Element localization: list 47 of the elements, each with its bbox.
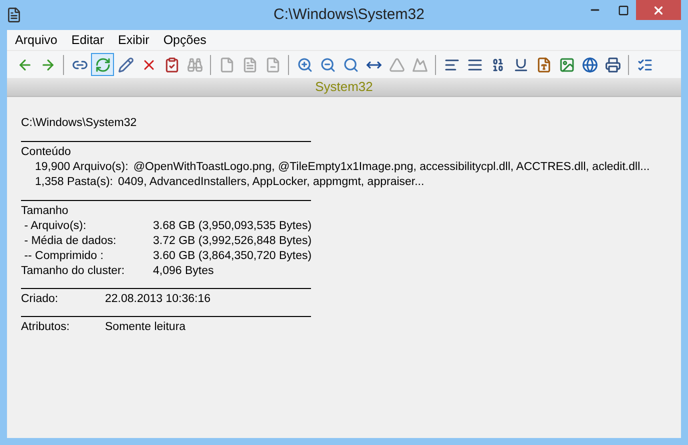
page-icon [242, 56, 258, 72]
printer-icon [604, 56, 620, 72]
file-type-icon [536, 56, 552, 72]
field-value: 0409, AdvancedInstallers, AppLocker, appmgmt, appraiser... [118, 175, 424, 190]
field-label: 1,358 Pasta(s): [35, 175, 113, 190]
maximize-icon [618, 4, 628, 16]
field-value: 3.68 GB (3,950,093,535 Bytes) [153, 219, 312, 234]
field-value: @OpenWithToastLogo.png, @TileEmpty1x1Image.png, accessibilitycpl.dll, ACCTRES.dll, acledit.dll... [133, 160, 650, 175]
menu-item[interactable]: Arquivo [8, 30, 64, 50]
zoom-out-icon [320, 56, 336, 72]
field-label: Tamanho do cluster: [21, 264, 126, 279]
menu-item[interactable]: Editar [64, 30, 112, 50]
field-label: - Arquivo(s): [23, 219, 88, 234]
field-value: 3.72 GB (3,992,526,848 Bytes) [153, 234, 312, 249]
zoom-in-icon [296, 56, 312, 72]
shape-icon [388, 56, 404, 72]
header-title: System32 [315, 78, 373, 96]
field-value: Somente leitura [105, 320, 186, 335]
underline-icon [512, 56, 528, 72]
globe-icon [582, 56, 598, 72]
image-icon [558, 56, 574, 72]
window-title: C:\Windows\System32 [274, 4, 424, 25]
checklist-icon [636, 56, 652, 72]
field-label: -- Comprimido : [23, 249, 104, 264]
menu-item[interactable]: Opções [156, 30, 214, 50]
field-value: 4,096 Bytes [153, 264, 214, 279]
field-label: Criado: [21, 292, 60, 307]
menu-item[interactable]: Exibir [111, 30, 156, 50]
clipboard-check-icon [164, 56, 180, 72]
field-label: - Média de dados: [23, 234, 118, 249]
refresh-icon [94, 56, 110, 72]
binoculars-icon [186, 56, 202, 72]
shape-icon [412, 56, 428, 72]
page-icon [218, 56, 234, 72]
close-button[interactable] [636, 0, 681, 20]
section-title: Tamanho [21, 204, 70, 219]
field-label: 19,900 Arquivo(s): [35, 160, 128, 175]
section-title: Conteúdo [21, 145, 72, 160]
pencil-icon [118, 56, 134, 72]
field-value: 3.60 GB (3,864,350,720 Bytes) [153, 249, 312, 264]
search-icon [342, 56, 358, 72]
app-icon [6, 7, 22, 23]
path-text: C:\Windows\System32 [21, 116, 138, 131]
close-icon [652, 4, 665, 16]
field-label: Atributos: [21, 320, 71, 335]
field-value: 22.08.2013 10:36:16 [105, 292, 211, 307]
page-icon [264, 56, 280, 72]
